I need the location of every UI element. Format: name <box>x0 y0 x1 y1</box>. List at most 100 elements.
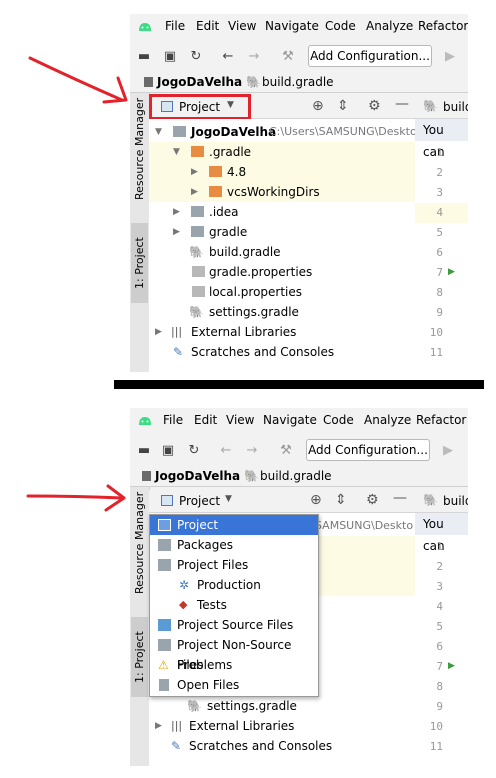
menu-edit[interactable]: Edit <box>196 19 219 33</box>
ide-window-top: File Edit View Navigate Code Analyze Ref… <box>130 14 468 372</box>
properties-icon <box>192 266 205 277</box>
resource-manager-tab[interactable]: Resource Manager <box>131 97 148 201</box>
project-icon <box>161 495 173 506</box>
tree-item-48[interactable]: ▶ 4.8 <box>149 162 415 182</box>
menu-view[interactable]: View <box>228 19 256 33</box>
project-tab[interactable]: 1: Project <box>131 617 148 697</box>
editor-notification: You can <box>415 119 468 159</box>
folder-icon <box>191 226 204 237</box>
menu-edit[interactable]: Edit <box>194 413 217 427</box>
dropdown-item-packages[interactable]: Packages <box>150 535 318 555</box>
folder-icon <box>173 126 186 137</box>
library-icon: ||| <box>171 325 183 338</box>
menu-view[interactable]: View <box>226 413 254 427</box>
toolbar: ▬ ▣ ↻ ← → ⚒ Add Configuration... ▶ <box>130 434 468 467</box>
dropdown-item-problems[interactable]: ⚠ Problems <box>150 655 318 675</box>
target-icon[interactable]: ⊕ <box>310 492 322 508</box>
dropdown-item-project-files[interactable]: Project Files <box>150 555 318 575</box>
hammer-icon[interactable]: ⚒ <box>280 48 296 64</box>
minimize-icon[interactable]: — <box>393 490 407 506</box>
collapse-icon[interactable]: ⇕ <box>337 98 349 114</box>
gradle-icon: 🐘 <box>423 99 438 113</box>
breadcrumb-project[interactable]: JogoDaVelha <box>155 469 240 483</box>
tree-item-settings-gradle[interactable]: 🐘 settings.gradle <box>149 696 415 716</box>
menu-navigate[interactable]: Navigate <box>265 19 319 33</box>
tree-item-gradle[interactable]: ▶ gradle <box>149 222 415 242</box>
editor-tab[interactable]: 🐘 build <box>415 490 468 513</box>
save-icon[interactable]: ▣ <box>162 48 178 64</box>
menu-refactor[interactable]: Refactor <box>416 413 466 427</box>
run-gutter-icon[interactable]: ▶ <box>448 661 455 671</box>
collapse-icon[interactable]: ⇕ <box>335 492 347 508</box>
gradle-icon: 🐘 <box>246 75 261 89</box>
editor-tab[interactable]: 🐘 build <box>415 96 468 119</box>
project-view-selector[interactable]: Project <box>179 494 220 508</box>
menu-code[interactable]: Code <box>325 19 356 33</box>
menu-file[interactable]: File <box>165 19 185 33</box>
breadcrumb-project[interactable]: JogoDaVelha <box>157 75 242 89</box>
open-icon[interactable]: ▬ <box>136 48 152 64</box>
tree-item-build-gradle[interactable]: 🐘 build.gradle <box>149 242 415 262</box>
project-tab[interactable]: 1: Project <box>131 223 148 303</box>
menu-navigate[interactable]: Navigate <box>263 413 317 427</box>
hammer-icon[interactable]: ⚒ <box>278 442 294 458</box>
target-icon[interactable]: ⊕ <box>312 98 324 114</box>
dropdown-item-source-files[interactable]: Project Source Files <box>150 615 318 635</box>
tree-item-external-libraries[interactable]: ▶ ||| External Libraries <box>149 322 415 342</box>
line-gutter: 1 2 3 4 5 6 7 ▶ 8 9 10 11 <box>429 540 455 753</box>
run-icon[interactable]: ▶ <box>442 48 458 64</box>
back-icon[interactable]: ← <box>218 442 234 458</box>
folder-icon <box>158 539 171 551</box>
minimize-icon[interactable]: — <box>395 96 409 112</box>
folder-icon <box>191 146 204 157</box>
toolbar: ▬ ▣ ↻ ← → ⚒ Add Configuration... ▶ <box>130 40 468 73</box>
sync-icon[interactable]: ↻ <box>186 442 202 458</box>
sync-icon[interactable]: ↻ <box>188 48 204 64</box>
tree-item-idea[interactable]: ▶ .idea <box>149 202 415 222</box>
tree-item-external-libraries[interactable]: ▶ ||| External Libraries <box>149 716 415 736</box>
editor: 🐘 build You can 1 2 3 4 5 6 7 ▶ 8 9 10 1… <box>415 490 468 766</box>
annotation-box <box>149 94 251 120</box>
tree-item-scratches[interactable]: ✎ Scratches and Consoles <box>149 736 415 756</box>
divider-bar <box>114 380 484 389</box>
dropdown-item-tests[interactable]: ◆ Tests <box>150 595 318 615</box>
menu-bar: File Edit View Navigate Code Analyze Ref… <box>130 408 468 434</box>
dropdown-item-project[interactable]: Project <box>150 515 318 535</box>
tree-item-vcs[interactable]: ▶ vcsWorkingDirs <box>149 182 415 202</box>
chevron-down-icon[interactable]: ▼ <box>225 494 232 504</box>
add-configuration-button[interactable]: Add Configuration... <box>308 45 432 67</box>
production-icon: ✲ <box>179 578 190 592</box>
tree-item-gradle-properties[interactable]: gradle.properties <box>149 262 415 282</box>
folder-icon <box>209 166 222 177</box>
dropdown-item-non-source-files[interactable]: Project Non-Source Files <box>150 635 318 672</box>
run-icon[interactable]: ▶ <box>440 442 456 458</box>
forward-icon[interactable]: → <box>244 442 260 458</box>
forward-icon[interactable]: → <box>246 48 262 64</box>
menu-analyze[interactable]: Analyze <box>364 413 411 427</box>
tree-item-root[interactable]: ▼ JogoDaVelha C:\Users\SAMSUNG\Desktop <box>149 122 424 142</box>
tree-item-scratches[interactable]: ✎ Scratches and Consoles <box>149 342 415 362</box>
project-view-header: Project ▼ ⊕ ⇕ ⚙ — <box>149 490 415 513</box>
folder-icon <box>158 559 171 571</box>
dropdown-item-open-files[interactable]: Open Files <box>150 675 318 695</box>
menu-analyze[interactable]: Analyze <box>366 19 413 33</box>
run-gutter-icon[interactable]: ▶ <box>448 267 455 277</box>
tree-item-local-properties[interactable]: local.properties <box>149 282 415 302</box>
gear-icon[interactable]: ⚙ <box>366 492 379 508</box>
save-icon[interactable]: ▣ <box>160 442 176 458</box>
folder-icon <box>144 77 153 87</box>
breadcrumb-file[interactable]: build.gradle <box>260 469 332 483</box>
tool-window-sidebar: Resource Manager 1: Project <box>130 93 150 372</box>
gear-icon[interactable]: ⚙ <box>368 98 381 114</box>
menu-refactor[interactable]: Refactor <box>418 19 468 33</box>
tool-window-sidebar: Resource Manager 1: Project <box>130 487 150 766</box>
menu-code[interactable]: Code <box>323 413 354 427</box>
dropdown-item-production[interactable]: ✲ Production <box>150 575 318 595</box>
menu-file[interactable]: File <box>163 413 183 427</box>
tree-item-gradle-dir[interactable]: ▼ .gradle <box>149 142 415 162</box>
add-configuration-button[interactable]: Add Configuration... <box>306 439 430 461</box>
breadcrumb-file[interactable]: build.gradle <box>262 75 334 89</box>
open-icon[interactable]: ▬ <box>136 442 152 458</box>
tree-item-settings-gradle[interactable]: 🐘 settings.gradle <box>149 302 415 322</box>
back-icon[interactable]: ← <box>220 48 236 64</box>
